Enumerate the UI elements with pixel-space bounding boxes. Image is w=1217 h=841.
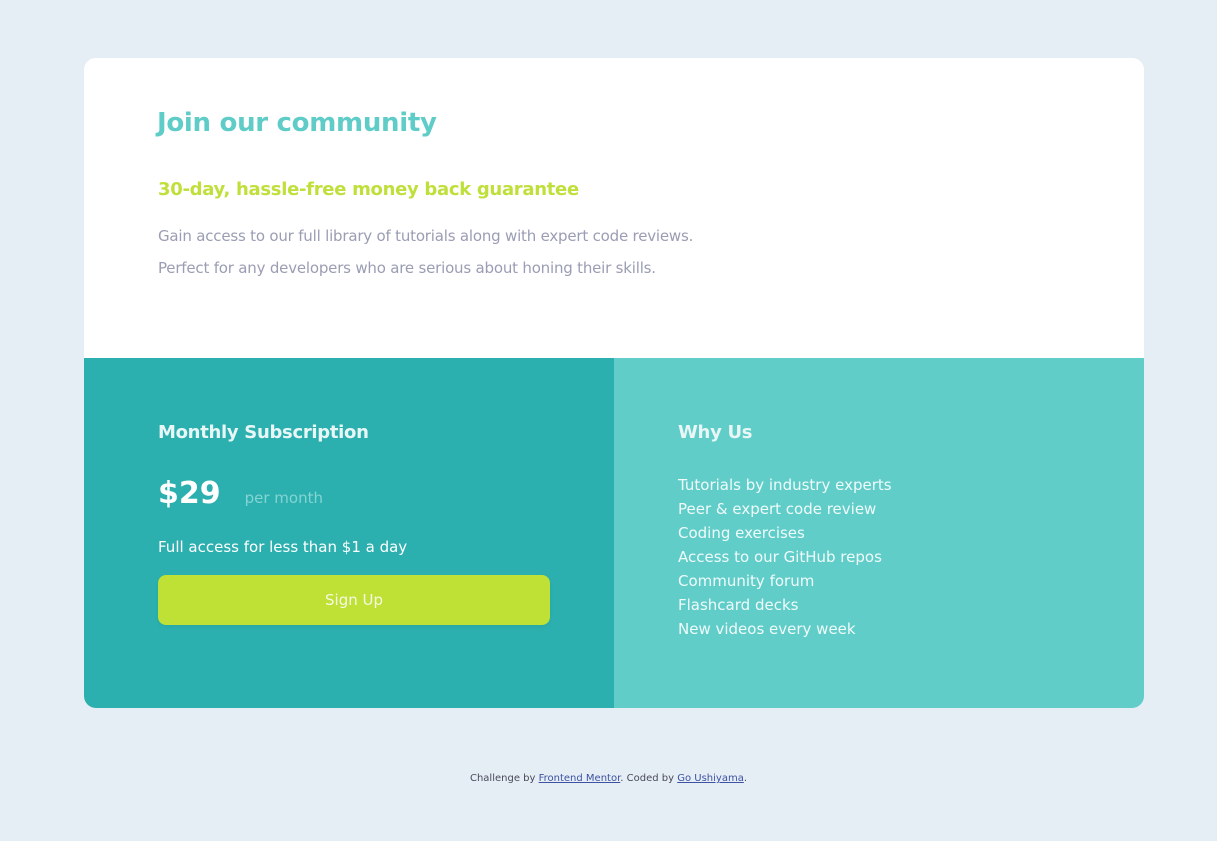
list-item: Access to our GitHub repos [678, 548, 882, 566]
why-us-list: Tutorials by industry experts Peer & exp… [678, 473, 892, 641]
list-item: Peer & expert code review [678, 500, 877, 518]
price-period: per month [244, 489, 323, 507]
footer-prefix: Challenge by [469, 773, 539, 784]
frontend-mentor-link[interactable]: Frontend Mentor [539, 773, 621, 784]
why-us-heading: Why Us [678, 422, 753, 443]
why-us-panel: Why Us Tutorials by industry experts Pee… [614, 358, 1144, 708]
subscription-tagline: Full access for less than $1 a day [158, 538, 408, 556]
guarantee-subtitle: 30-day, hassle-free money back guarantee [158, 179, 579, 200]
description-line-1: Gain access to our full library of tutor… [158, 227, 694, 245]
card-intro: Join our community 30-day, hassle-free m… [84, 58, 1144, 358]
subscription-heading: Monthly Subscription [158, 422, 369, 443]
list-item: New videos every week [678, 620, 856, 638]
pricing-card: Join our community 30-day, hassle-free m… [84, 58, 1144, 708]
list-item: Coding exercises [678, 524, 805, 542]
page-title: Join our community [157, 108, 437, 138]
subscription-panel: Monthly Subscription $29 per month Full … [84, 358, 614, 708]
description-line-2: Perfect for any developers who are serio… [158, 259, 656, 277]
footer-middle: . Coded by [620, 773, 678, 784]
author-link[interactable]: Go Ushiyama [677, 773, 744, 784]
list-item: Community forum [678, 572, 815, 590]
attribution-footer: Challenge by Frontend Mentor. Coded by G… [0, 773, 1217, 784]
price-row: $29 per month [158, 476, 323, 511]
sign-up-button[interactable]: Sign Up [158, 575, 550, 625]
list-item: Flashcard decks [678, 596, 799, 614]
footer-suffix: . [743, 773, 748, 784]
list-item: Tutorials by industry experts [678, 476, 892, 494]
price-value: $29 [158, 476, 221, 511]
